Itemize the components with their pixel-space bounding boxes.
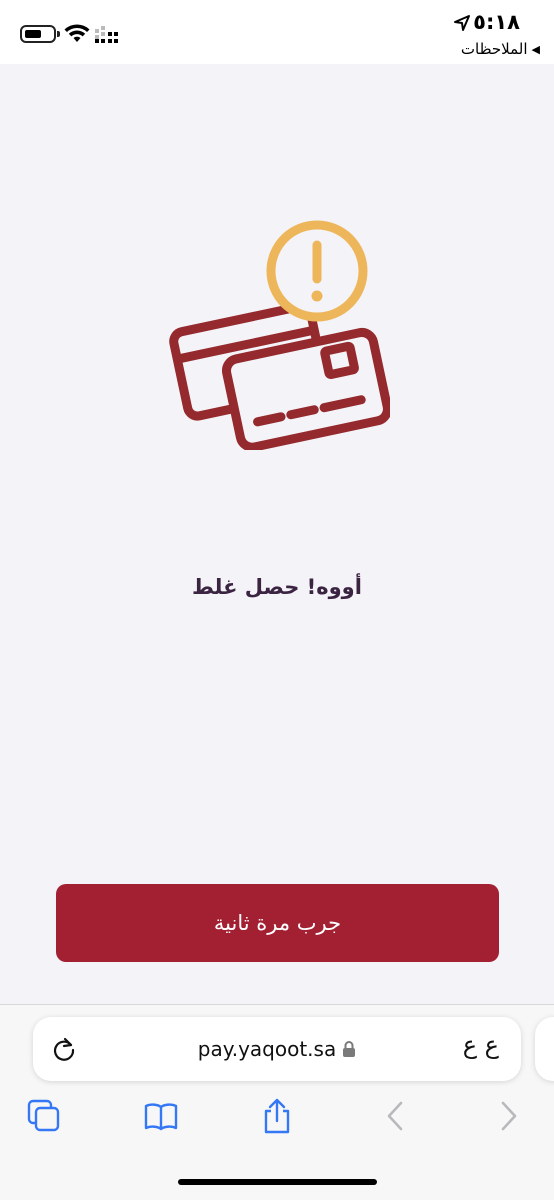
url-group[interactable]: pay.yaqoot.sa bbox=[33, 1017, 521, 1081]
home-indicator[interactable] bbox=[178, 1179, 377, 1185]
bookmarks-icon[interactable] bbox=[143, 1098, 179, 1134]
status-bar: ٥:١٨ ◀ الملاحظات bbox=[0, 0, 554, 64]
back-app-label: الملاحظات bbox=[460, 40, 528, 58]
tabs-icon[interactable] bbox=[26, 1098, 62, 1134]
back-triangle-icon: ◀ bbox=[531, 42, 540, 56]
lock-icon bbox=[343, 1041, 356, 1057]
retry-button[interactable]: جرب مرة ثانية bbox=[56, 884, 499, 962]
credit-card-error-icon bbox=[169, 220, 390, 450]
error-title: أووه! حصل غلط bbox=[192, 575, 362, 599]
back-to-app-link[interactable]: ◀ الملاحظات bbox=[461, 40, 540, 58]
share-icon[interactable] bbox=[259, 1098, 295, 1134]
forward-icon[interactable] bbox=[490, 1098, 526, 1134]
address-bar[interactable]: pay.yaqoot.sa ع ع bbox=[33, 1017, 521, 1081]
url-text[interactable]: pay.yaqoot.sa bbox=[198, 1037, 336, 1061]
status-time: ٥:١٨ bbox=[473, 10, 520, 34]
cellular-signal-icon bbox=[95, 26, 118, 43]
wifi-icon bbox=[64, 24, 90, 42]
battery-icon bbox=[20, 25, 60, 43]
next-tab-pill[interactable] bbox=[535, 1017, 554, 1081]
text-size-button[interactable]: ع ع bbox=[463, 1031, 499, 1059]
location-arrow-icon bbox=[454, 15, 470, 31]
back-icon[interactable] bbox=[378, 1098, 414, 1134]
